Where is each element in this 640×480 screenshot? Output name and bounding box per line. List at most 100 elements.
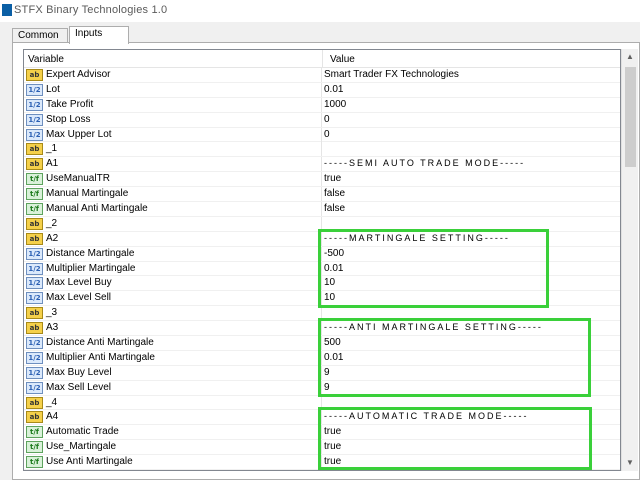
variable-cell[interactable]: 1/2 Max Upper Lot (24, 127, 322, 142)
string-type-icon: ab (26, 143, 43, 156)
column-header-value[interactable]: Value (330, 54, 355, 65)
variable-name: A1 (46, 158, 59, 170)
variable-name: Max Upper Lot (46, 128, 112, 140)
variable-cell[interactable]: ab _4 (24, 395, 322, 410)
number-type-icon: 1/2 (26, 381, 43, 394)
title-bar: STFX Binary Technologies 1.0 (0, 0, 640, 22)
number-type-icon: 1/2 (26, 366, 43, 379)
variable-cell[interactable]: t/f Manual Martingale (24, 187, 322, 202)
variable-cell[interactable]: ab _2 (24, 216, 322, 231)
scroll-up-arrow-icon[interactable]: ▲ (622, 49, 638, 65)
variable-cell[interactable]: 1/2 Max Level Buy (24, 276, 322, 291)
table-row[interactable]: ab A1 -----SEMI AUTO TRADE MODE----- (24, 157, 620, 173)
string-type-icon: ab (26, 217, 43, 230)
number-type-icon: 1/2 (26, 98, 43, 111)
variable-cell[interactable]: 1/2 Max Sell Level (24, 380, 322, 395)
variable-name: Max Level Sell (46, 292, 112, 304)
value-cell[interactable]: -----SEMI AUTO TRADE MODE----- (324, 158, 525, 168)
scroll-down-arrow-icon[interactable]: ▼ (622, 455, 638, 471)
variable-cell[interactable]: 1/2 Multiplier Anti Martingale (24, 350, 322, 365)
variable-name: Max Sell Level (46, 381, 112, 393)
number-type-icon: 1/2 (26, 262, 43, 275)
tab-common[interactable]: Common (12, 28, 68, 43)
variable-cell[interactable]: 1/2 Multiplier Martingale (24, 261, 322, 276)
grid-header: Variable Value (24, 50, 620, 68)
variable-cell[interactable]: 1/2 Distance Anti Martingale (24, 336, 322, 351)
app-icon (2, 4, 12, 16)
boolean-type-icon: t/f (26, 441, 43, 454)
table-row[interactable]: t/f Manual Martingale false (24, 187, 620, 203)
vertical-scrollbar[interactable]: ▲ ▼ (621, 49, 638, 471)
variable-name: Lot (46, 83, 60, 95)
variable-cell[interactable]: 1/2 Max Level Sell (24, 291, 322, 306)
variable-cell[interactable]: ab _1 (24, 142, 322, 157)
variable-name: UseManualTR (46, 173, 110, 185)
column-header-variable[interactable]: Variable (28, 54, 64, 65)
variable-name: A2 (46, 232, 59, 244)
number-type-icon: 1/2 (26, 113, 43, 126)
variable-name: Multiplier Martingale (46, 262, 136, 274)
value-cell[interactable]: 0 (324, 114, 330, 125)
variable-cell[interactable]: 1/2 Stop Loss (24, 112, 322, 127)
variable-cell[interactable]: t/f Use_Martingale (24, 440, 322, 455)
variable-name: _3 (46, 307, 58, 319)
value-cell[interactable]: false (324, 203, 345, 214)
variable-name: Manual Anti Martingale (46, 203, 148, 215)
value-cell[interactable]: Smart Trader FX Technologies (324, 69, 459, 80)
variable-name: Use Anti Martingale (46, 456, 133, 468)
variable-cell[interactable]: t/f Automatic Trade (24, 425, 322, 440)
variable-cell[interactable]: 1/2 Distance Martingale (24, 246, 322, 261)
table-row[interactable]: 1/2 Take Profit 1000 (24, 97, 620, 113)
string-type-icon: ab (26, 69, 43, 81)
variable-name: Distance Anti Martingale (46, 337, 154, 349)
variable-cell[interactable]: t/f Use Anti Martingale (24, 455, 322, 470)
value-cell[interactable]: true (324, 173, 341, 184)
string-type-icon: ab (26, 396, 43, 409)
variable-name: Multiplier Anti Martingale (46, 351, 155, 363)
scroll-thumb[interactable] (625, 67, 636, 167)
variable-name: Stop Loss (46, 113, 91, 125)
column-divider[interactable] (322, 50, 323, 68)
variable-name: _2 (46, 217, 58, 229)
table-row[interactable]: t/f UseManualTR true (24, 172, 620, 188)
variable-cell[interactable]: ab A2 (24, 231, 322, 246)
table-row[interactable]: 1/2 Lot 0.01 (24, 82, 620, 98)
number-type-icon: 1/2 (26, 277, 43, 290)
variable-cell[interactable]: ab Expert Advisor (24, 68, 322, 82)
variable-name: Max Buy Level (46, 366, 112, 378)
string-type-icon: ab (26, 158, 43, 171)
tab-inputs[interactable]: Inputs (69, 26, 129, 44)
number-type-icon: 1/2 (26, 83, 43, 96)
dialog-window: STFX Binary Technologies 1.0 Common Inpu… (0, 0, 640, 480)
number-type-icon: 1/2 (26, 292, 43, 305)
variable-name: _4 (46, 396, 58, 408)
value-cell[interactable]: false (324, 188, 345, 199)
value-cell[interactable]: 0.01 (324, 84, 343, 95)
boolean-type-icon: t/f (26, 203, 43, 216)
string-type-icon: ab (26, 411, 43, 424)
variable-cell[interactable]: ab A1 (24, 157, 322, 172)
number-type-icon: 1/2 (26, 337, 43, 350)
variable-cell[interactable]: 1/2 Max Buy Level (24, 365, 322, 380)
variable-name: A3 (46, 322, 59, 334)
variable-cell[interactable]: t/f UseManualTR (24, 172, 322, 187)
number-type-icon: 1/2 (26, 247, 43, 260)
highlight-automatic-trade-mode (318, 407, 592, 470)
table-row[interactable]: ab _1 (24, 142, 620, 158)
value-cell[interactable]: 1000 (324, 99, 346, 110)
variable-cell[interactable]: ab A4 (24, 410, 322, 425)
variable-name: _1 (46, 143, 58, 155)
string-type-icon: ab (26, 322, 43, 335)
variable-cell[interactable]: 1/2 Lot (24, 82, 322, 97)
variable-cell[interactable]: ab _3 (24, 306, 322, 321)
boolean-type-icon: t/f (26, 456, 43, 469)
variable-cell[interactable]: 1/2 Take Profit (24, 97, 322, 112)
table-row[interactable]: ab Expert Advisor Smart Trader FX Technolo… (24, 68, 620, 83)
variable-cell[interactable]: ab A3 (24, 321, 322, 336)
table-row[interactable]: 1/2 Max Upper Lot 0 (24, 127, 620, 143)
table-row[interactable]: t/f Manual Anti Martingale false (24, 202, 620, 217)
table-row[interactable]: 1/2 Stop Loss 0 (24, 112, 620, 128)
value-cell[interactable]: 0 (324, 129, 330, 140)
variable-name: Max Level Buy (46, 277, 112, 289)
variable-cell[interactable]: t/f Manual Anti Martingale (24, 202, 322, 217)
